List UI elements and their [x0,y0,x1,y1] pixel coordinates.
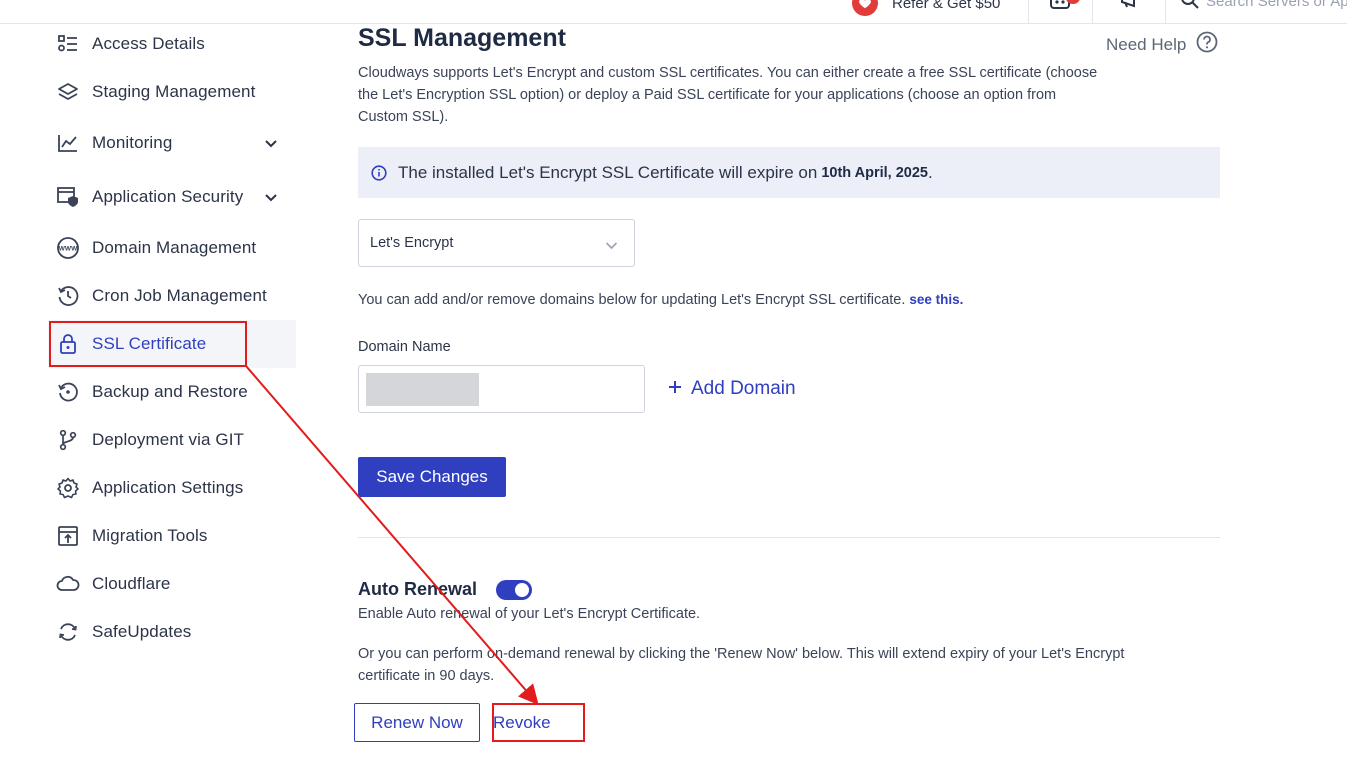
page-title: SSL Management [358,24,566,52]
renew-now-button[interactable]: Renew Now [354,703,480,742]
chevron-down-icon[interactable] [264,190,278,208]
add-domain-label: Add Domain [691,378,796,399]
chevron-down-icon [605,238,618,254]
redacted-domain [366,373,479,406]
sidebar-item-staging-management[interactable]: Staging Management [48,68,296,116]
expiry-banner: The installed Let's Encrypt SSL Certific… [358,147,1220,198]
question-circle-icon [1196,31,1218,58]
shield-window-icon [56,185,80,209]
auto-renewal-toggle[interactable] [496,580,532,600]
sidebar-item-label: SafeUpdates [92,622,192,641]
git-branch-icon [56,428,80,452]
sidebar-item-safeupdates[interactable]: SafeUpdates [48,608,296,656]
sidebar-item-deployment-via-git[interactable]: Deployment via GIT [48,416,296,464]
section-divider [358,537,1220,538]
toggle-knob [515,583,529,597]
banner-text: The installed Let's Encrypt SSL Certific… [398,162,818,182]
sidebar: Access Details Staging Management Monito… [48,20,296,656]
topbar-divider [1028,0,1029,23]
ssl-type-select[interactable]: Let's Encrypt [358,219,635,267]
domains-note-text: You can add and/or remove domains below … [358,292,906,308]
domain-name-label: Domain Name [358,339,451,355]
save-changes-button[interactable]: Save Changes [358,457,506,497]
refer-link[interactable]: Refer & Get $50 [852,0,1000,18]
sidebar-item-label: Domain Management [92,238,257,257]
sidebar-item-cloudflare[interactable]: Cloudflare [48,560,296,608]
heart-icon [852,0,878,16]
sidebar-item-migration-tools[interactable]: Migration Tools [48,512,296,560]
megaphone-icon[interactable] [1118,0,1142,14]
search-input[interactable]: Search Servers or Ap [1206,0,1347,10]
chart-line-icon [56,131,80,155]
sidebar-item-label: Access Details [92,34,205,53]
sidebar-item-monitoring[interactable]: Monitoring [48,116,296,170]
sidebar-item-label: Backup and Restore [92,382,248,401]
see-this-link[interactable]: see this. [909,292,963,307]
banner-period: . [927,162,933,182]
add-domain-button[interactable]: Add Domain [668,378,796,400]
auto-renewal-description: Enable Auto renewal of your Let's Encryp… [358,606,701,622]
info-icon [371,164,387,181]
refer-label: Refer & Get $50 [892,0,1001,12]
sidebar-item-label: SSL Certificate [92,334,207,353]
refresh-icon [56,620,80,644]
sidebar-item-application-security[interactable]: Application Security [48,170,296,224]
history-icon [56,284,80,308]
sidebar-item-label: Deployment via GIT [92,430,245,449]
ssl-type-value: Let's Encrypt [370,235,454,251]
intro-text: Cloudways supports Let's Encrypt and cus… [358,65,1098,125]
sidebar-item-label: Cloudflare [92,574,171,593]
sidebar-item-cron-job-management[interactable]: Cron Job Management [48,272,296,320]
auto-renewal-title: Auto Renewal [358,579,478,599]
sidebar-item-label: Cron Job Management [92,286,267,305]
gear-icon [56,476,80,500]
sidebar-item-label: Application Settings [92,478,244,497]
lock-icon [56,332,80,356]
need-help-link[interactable]: Need Help [1106,31,1218,58]
topbar-divider [1092,0,1093,23]
backup-icon [56,380,80,404]
migration-icon [56,524,80,548]
topbar-divider [1165,0,1166,23]
search-icon[interactable] [1180,0,1200,15]
layers-icon [56,80,80,104]
sidebar-item-label: Monitoring [92,133,173,152]
www-icon: WWW [56,236,80,260]
sidebar-item-application-settings[interactable]: Application Settings [48,464,296,512]
domains-note: You can add and/or remove domains below … [358,292,963,308]
sidebar-item-domain-management[interactable]: WWW Domain Management [48,224,296,272]
sidebar-item-access-details[interactable]: Access Details [48,20,296,68]
need-help-label: Need Help [1106,34,1187,54]
chevron-down-icon[interactable] [264,136,278,154]
revoke-button[interactable]: Revoke [493,713,551,733]
access-details-icon [56,32,80,56]
sidebar-item-ssl-certificate[interactable]: SSL Certificate [48,320,296,368]
svg-text:WWW: WWW [59,246,78,253]
renew-note: Or you can perform on-demand renewal by … [358,646,1125,684]
plus-icon [668,378,682,400]
sidebar-item-backup-and-restore[interactable]: Backup and Restore [48,368,296,416]
sidebar-item-label: Application Security [92,187,244,206]
expiry-date: 10th April, 2025 [821,164,928,181]
sidebar-item-label: Staging Management [92,82,256,101]
cloud-icon [56,572,80,596]
sidebar-item-label: Migration Tools [92,526,208,545]
